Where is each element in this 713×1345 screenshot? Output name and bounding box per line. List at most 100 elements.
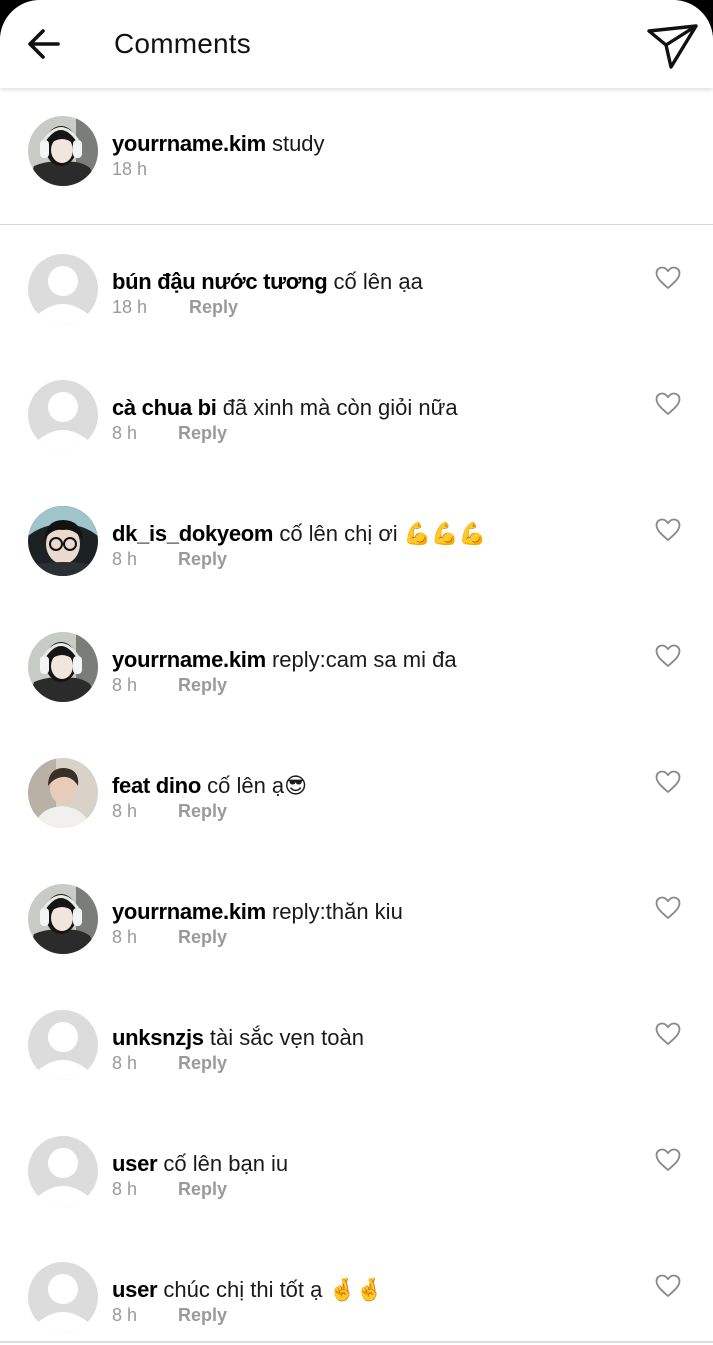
caption-username[interactable]: yourrname.kim (112, 131, 266, 156)
comment-meta: 8 h Reply (112, 1304, 227, 1326)
reply-button[interactable]: Reply (178, 1304, 227, 1326)
boy-photo-avatar (28, 758, 98, 828)
reply-button[interactable]: Reply (178, 1178, 227, 1200)
comment-body: cố lên ạ😎 (207, 773, 308, 798)
avatar[interactable] (28, 632, 98, 702)
like-button[interactable] (655, 266, 681, 290)
headphones-photo-avatar (28, 884, 98, 954)
avatar[interactable] (28, 254, 98, 324)
arrow-left-icon (28, 29, 60, 59)
comment-body: reply:cam sa mi đa (271, 647, 457, 672)
avatar[interactable] (28, 1010, 98, 1080)
default-avatar-icon (28, 1262, 98, 1332)
comment-text: yourrname.kim reply:thăn kiu (112, 898, 403, 926)
comment-body: cố lên ạa (333, 269, 423, 294)
comment-text: user chúc chị thi tốt ạ 🤞🤞 (112, 1276, 383, 1304)
share-button[interactable] (642, 16, 702, 76)
post-caption: yourrname.kim study 18 h (0, 88, 713, 225)
headphones-photo-avatar (28, 632, 98, 702)
comment-meta: 8 h Reply (112, 674, 227, 696)
like-button[interactable] (655, 770, 681, 794)
comment-meta: 18 h Reply (112, 296, 238, 318)
default-avatar-icon (28, 254, 98, 324)
caption-body: study (271, 131, 325, 156)
reply-button[interactable]: Reply (178, 1052, 227, 1074)
heart-icon (655, 392, 681, 415)
comment-time: 8 h (112, 423, 138, 443)
divider (0, 1341, 713, 1343)
comment-body: cố lên bạn iu (163, 1151, 289, 1176)
comment-item: yourrname.kim reply:thăn kiu 8 h Reply (0, 856, 713, 982)
caption-text: yourrname.kim study (112, 130, 325, 158)
heart-icon (655, 770, 681, 793)
reply-button[interactable]: Reply (178, 548, 227, 570)
comment-username[interactable]: user (112, 1151, 158, 1176)
comment-body: tài sắc vẹn toàn (209, 1025, 364, 1050)
heart-icon (655, 1274, 681, 1297)
comment-username[interactable]: dk_is_dokyeom (112, 521, 273, 546)
comment-username[interactable]: yourrname.kim (112, 899, 266, 924)
comment-meta: 8 h Reply (112, 1178, 227, 1200)
comment-time: 8 h (112, 801, 138, 821)
heart-icon (655, 1148, 681, 1171)
comment-meta: 8 h Reply (112, 926, 227, 948)
reply-button[interactable]: Reply (178, 422, 227, 444)
avatar[interactable] (28, 758, 98, 828)
comment-username[interactable]: user (112, 1277, 158, 1302)
reply-button[interactable]: Reply (178, 926, 227, 948)
reply-button[interactable]: Reply (189, 296, 238, 318)
comment-item: feat dino cố lên ạ😎 8 h Reply (0, 730, 713, 856)
reply-button[interactable]: Reply (178, 800, 227, 822)
like-button[interactable] (655, 1274, 681, 1298)
comment-meta: 8 h Reply (112, 1052, 227, 1074)
comment-time: 18 h (112, 297, 148, 317)
comment-text: cà chua bi đã xinh mà còn giỏi nữa (112, 394, 458, 422)
like-button[interactable] (655, 518, 681, 542)
comment-body: đã xinh mà còn giỏi nữa (222, 395, 458, 420)
comment-username[interactable]: yourrname.kim (112, 647, 266, 672)
back-button[interactable] (20, 18, 68, 70)
heart-icon (655, 1022, 681, 1045)
like-button[interactable] (655, 392, 681, 416)
avatar[interactable] (28, 884, 98, 954)
comment-text: user cố lên bạn iu (112, 1150, 288, 1178)
comment-meta: 8 h Reply (112, 422, 227, 444)
comment-meta: 8 h Reply (112, 800, 227, 822)
comment-time: 8 h (112, 675, 138, 695)
comment-body: reply:thăn kiu (271, 899, 403, 924)
avatar[interactable] (28, 1136, 98, 1206)
top-bar: Comments (0, 0, 713, 88)
comment-time: 8 h (112, 1179, 138, 1199)
comment-time: 8 h (112, 1305, 138, 1325)
heart-icon (655, 518, 681, 541)
avatar[interactable] (28, 380, 98, 450)
default-avatar-icon (28, 1010, 98, 1080)
comment-username[interactable]: cà chua bi (112, 395, 217, 420)
comment-body: chúc chị thi tốt ạ 🤞🤞 (163, 1277, 384, 1302)
like-button[interactable] (655, 896, 681, 920)
reply-button[interactable]: Reply (178, 674, 227, 696)
headphones-photo-avatar (28, 116, 98, 186)
like-button[interactable] (655, 1148, 681, 1172)
avatar[interactable] (28, 1262, 98, 1332)
comment-item: cà chua bi đã xinh mà còn giỏi nữa 8 h Rep… (0, 352, 713, 478)
comment-body: cố lên chị ơi 💪💪💪 (279, 521, 486, 546)
comment-text: yourrname.kim reply:cam sa mi đa (112, 646, 457, 674)
comment-time: 8 h (112, 927, 138, 947)
comment-username[interactable]: feat dino (112, 773, 201, 798)
comment-username[interactable]: unksnzjs (112, 1025, 204, 1050)
comments-screen: Comments yourrname.kim study 18 h bún đậ… (0, 0, 713, 1345)
avatar[interactable] (28, 116, 98, 186)
glasses-photo-avatar (28, 506, 98, 576)
comment-time: 8 h (112, 549, 138, 569)
comment-username[interactable]: bún đậu nước tương (112, 269, 328, 294)
like-button[interactable] (655, 1022, 681, 1046)
avatar[interactable] (28, 506, 98, 576)
paper-plane-icon (647, 24, 698, 69)
heart-icon (655, 896, 681, 919)
comment-meta: 8 h Reply (112, 548, 227, 570)
like-button[interactable] (655, 644, 681, 668)
comment-item: user chúc chị thi tốt ạ 🤞🤞 8 h Reply (0, 1234, 713, 1345)
comment-item: unksnzjs tài sắc vẹn toàn 8 h Reply (0, 982, 713, 1108)
comment-time: 8 h (112, 1053, 138, 1073)
